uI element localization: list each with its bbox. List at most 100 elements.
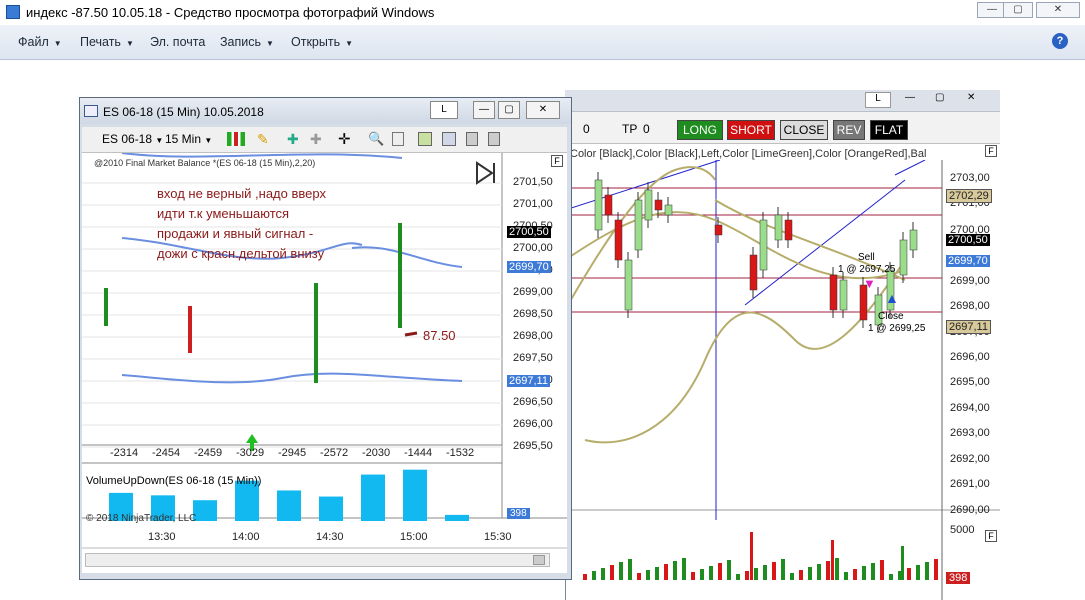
minimize-button[interactable]: —: [905, 92, 915, 103]
add-indicator-icon[interactable]: ✚: [287, 131, 299, 148]
volume-bar: [817, 564, 821, 580]
candle-body: [714, 224, 723, 236]
close-button[interactable]: ✕: [526, 101, 560, 119]
price-marker: 2702,29: [946, 189, 992, 203]
scroll-thumb[interactable]: [533, 555, 545, 565]
save-icon[interactable]: [466, 132, 478, 146]
panel-menu-button[interactable]: F: [985, 145, 997, 157]
time-axis: 13:30 14:00 14:30 15:00 15:30: [82, 529, 567, 547]
price-tick: 2694,00: [950, 402, 990, 414]
chevron-down-icon: ▼: [266, 39, 274, 48]
link-button[interactable]: L: [430, 101, 458, 119]
volume-bar: [736, 574, 740, 580]
candle-body: [784, 219, 793, 241]
order-toolbar: 0 TP 0 LONG SHORT CLOSE REV FLAT: [565, 112, 1000, 144]
draw-pencil-icon[interactable]: ✎: [257, 131, 269, 148]
panel-menu-button[interactable]: F: [985, 530, 997, 542]
volume-bar: [772, 562, 776, 580]
candle-body: [829, 274, 838, 311]
long-button[interactable]: LONG: [677, 120, 723, 140]
reverse-button[interactable]: REV: [833, 120, 865, 140]
volume-bar: [934, 559, 938, 580]
price-marker: 2700,50: [507, 226, 551, 238]
volume-bar: [727, 560, 731, 580]
horizontal-scrollbar[interactable]: [85, 553, 550, 567]
volume-bar: [655, 567, 659, 580]
chevron-down-icon: ▼: [53, 39, 62, 48]
fg-price-axis: 2701,502701,002700,502700,002699,502699,…: [505, 153, 567, 453]
menu-print[interactable]: Печать ▼: [80, 35, 134, 49]
volume-marker: 398: [946, 572, 971, 584]
volume-bar: [889, 574, 893, 580]
volume-bar: [790, 573, 794, 580]
volume-bar: [907, 568, 911, 580]
candle-body: [634, 199, 643, 251]
volume-bar: [691, 572, 695, 580]
bar-type-icon[interactable]: [227, 132, 245, 146]
crosshair-icon[interactable]: ✛: [338, 130, 351, 148]
close-button[interactable]: ✕: [967, 92, 975, 103]
minimize-button[interactable]: —: [473, 101, 495, 119]
volume-bar: [664, 564, 668, 580]
instrument-select[interactable]: ES 06-18 ▼: [102, 132, 163, 146]
time-tick: 15:30: [484, 531, 512, 543]
price-tick: 2701,50: [513, 176, 553, 188]
menu-open[interactable]: Открыть ▼: [291, 35, 353, 49]
close-button[interactable]: ✕: [1036, 2, 1080, 18]
data-box-icon[interactable]: [392, 132, 404, 146]
template-icon[interactable]: [442, 132, 456, 146]
zoom-icon[interactable]: 🔍: [368, 131, 384, 147]
viewer-titlebar: индекс -87.50 10.05.18 - Средство просмо…: [0, 0, 1085, 25]
price-tick: 2697,50: [513, 352, 553, 364]
link-button[interactable]: L: [865, 92, 891, 108]
menu-burn[interactable]: Запись ▼: [220, 35, 274, 49]
volume-bar: [871, 563, 875, 580]
tp-value[interactable]: 0: [643, 122, 650, 136]
time-tick: 15:00: [400, 531, 428, 543]
candle-body: [909, 229, 918, 251]
volume-bar: [831, 540, 834, 580]
menu-file[interactable]: Файл ▼: [18, 35, 62, 49]
price-marker: 2699,70: [946, 255, 990, 267]
flat-button[interactable]: FLAT: [870, 120, 908, 140]
price-tick: 2690,00: [950, 504, 990, 516]
time-tick: 13:30: [148, 531, 176, 543]
short-button[interactable]: SHORT: [727, 120, 775, 140]
help-icon[interactable]: ?: [1052, 33, 1068, 49]
maximize-button[interactable]: ▢: [498, 101, 520, 119]
chart-icon: [84, 105, 98, 117]
price-tick: 2696,00: [950, 351, 990, 363]
volume-bar: [718, 563, 722, 580]
volume-bar: [880, 560, 884, 580]
candle-body: [749, 254, 758, 291]
volume-bar: [445, 514, 469, 521]
interval-select[interactable]: 15 Min ▼: [165, 132, 212, 146]
delta-value: -2945: [278, 447, 307, 459]
maximize-button[interactable]: ▢: [1003, 2, 1033, 18]
maximize-button[interactable]: ▢: [935, 92, 944, 103]
footprint-chart: [82, 153, 567, 549]
close-position-button[interactable]: CLOSE: [780, 120, 828, 140]
trade-sell-label: Sell: [858, 252, 875, 263]
price-marker: 2697,11: [507, 375, 550, 387]
candle-body: [774, 214, 783, 241]
chart-toolbar: ES 06-18 ▼ 15 Min ▼ ✎ ✚ ✚ ✛ 🔍: [82, 127, 567, 153]
trade-close-qty: 1 @ 2699,25: [868, 323, 926, 334]
volume-bar: [844, 572, 848, 580]
price-tick: 2692,00: [950, 453, 990, 465]
copyright: © 2018 NinjaTrader, LLC: [86, 513, 197, 524]
price-tick: 2701,00: [513, 198, 553, 210]
price-tick: 2698,00: [513, 330, 553, 342]
scroll-end-icon: [476, 161, 494, 185]
price-marker: 2697,11: [946, 320, 991, 334]
price-tick: 2700,00: [513, 242, 553, 254]
candle-body: [104, 288, 108, 326]
background-window-titlebar: L — ▢ ✕: [565, 90, 1000, 112]
candle-body: [839, 279, 848, 311]
volume-bar: [808, 567, 812, 580]
chart-style-icon[interactable]: [418, 132, 432, 146]
strategy-icon[interactable]: ✚: [310, 131, 322, 148]
menu-email[interactable]: Эл. почта: [150, 35, 205, 49]
quantity-value[interactable]: 0: [583, 122, 590, 136]
properties-icon[interactable]: [488, 132, 500, 146]
